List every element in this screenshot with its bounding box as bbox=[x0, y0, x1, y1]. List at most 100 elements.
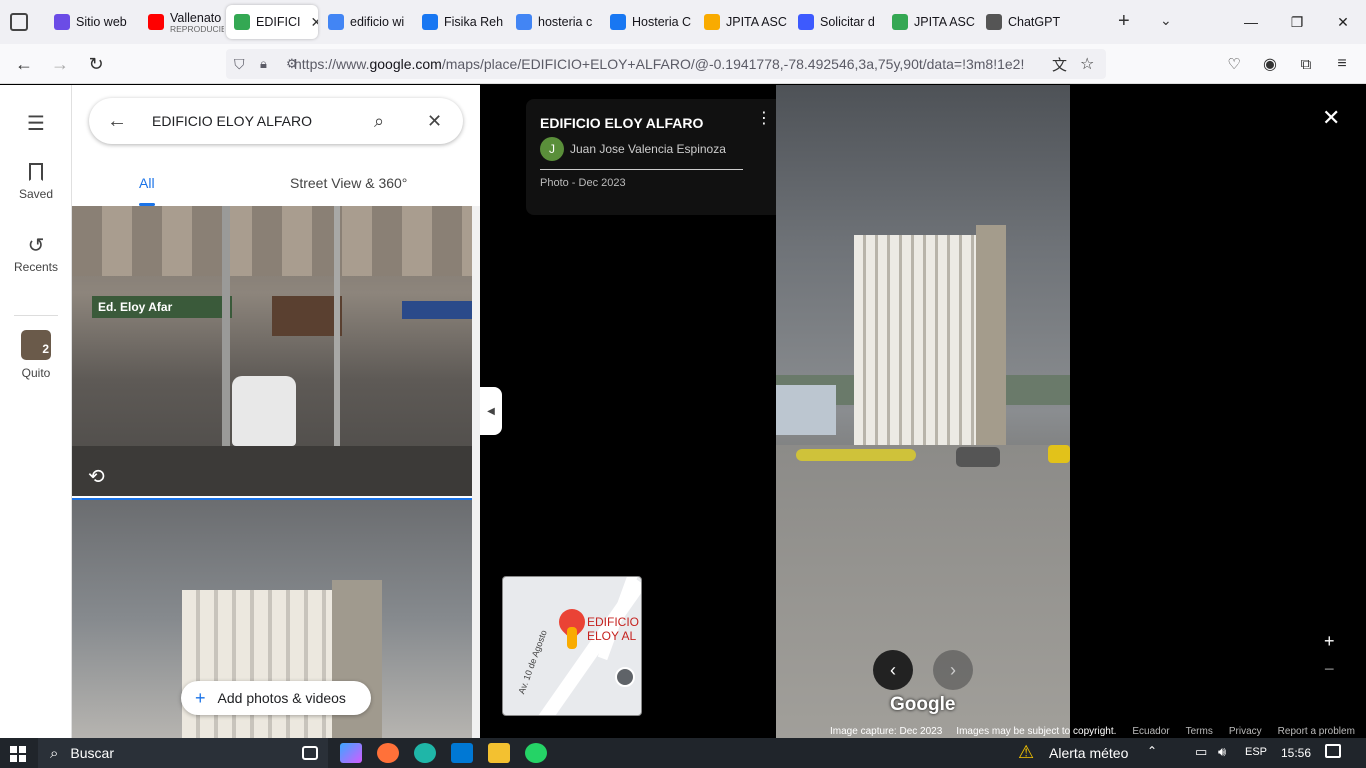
median bbox=[796, 449, 916, 461]
shield-icon[interactable]: ⛉ bbox=[234, 56, 245, 73]
browser-tab[interactable]: edificio wi bbox=[320, 5, 412, 39]
notifications-icon[interactable] bbox=[1325, 744, 1341, 758]
url-bar[interactable]: ⛉ 🔒︎ ⚙ https://www.google.com/maps/place… bbox=[226, 49, 1106, 79]
place-title[interactable]: EDIFICIO ELOY ALFARO bbox=[540, 115, 743, 131]
forward-button[interactable]: → bbox=[46, 50, 74, 78]
firefox-icon[interactable] bbox=[377, 743, 399, 763]
tab-all[interactable]: All bbox=[139, 175, 155, 206]
url-text[interactable]: https://www.google.com/maps/place/EDIFIC… bbox=[294, 56, 1024, 72]
tab-label: hosteria c bbox=[538, 15, 593, 29]
search-back-icon[interactable]: ← bbox=[107, 110, 127, 133]
photo-viewer: ◀ EDIFICIO ELOY ALFARO J Juan Jose Valen… bbox=[480, 85, 1366, 738]
bookmark-star-icon[interactable]: ☆ bbox=[1080, 54, 1094, 74]
permissions-icon[interactable]: ⚙ bbox=[286, 56, 298, 72]
tab-street-view[interactable]: Street View & 360° bbox=[290, 175, 407, 191]
close-viewer-icon[interactable]: ✕ bbox=[1322, 105, 1340, 131]
street-photo-thumbnail[interactable]: Ed. Eloy Afar ⟲ bbox=[72, 206, 472, 496]
taskbar-search-label: Buscar bbox=[70, 745, 114, 761]
task-view-icon[interactable] bbox=[302, 746, 318, 760]
window-close-button[interactable]: ✕ bbox=[1320, 0, 1366, 44]
tab-label: ChatGPT bbox=[1008, 15, 1061, 29]
facade-top bbox=[72, 206, 472, 276]
windows-start-icon[interactable] bbox=[10, 746, 26, 762]
clock[interactable]: 15:56 bbox=[1281, 746, 1311, 760]
extensions-icon[interactable]: ⧉ bbox=[1292, 50, 1320, 78]
small-building bbox=[776, 385, 836, 435]
author-avatar[interactable]: J bbox=[540, 137, 564, 161]
search-box[interactable]: ← EDIFICIO ELOY ALFARO ⌕ ✕ bbox=[89, 98, 463, 144]
plus-icon: + bbox=[195, 687, 206, 708]
report-problem-link[interactable]: Report a problem bbox=[1278, 726, 1355, 738]
volume-icon[interactable]: 🔊︎ bbox=[1218, 744, 1226, 760]
previous-photo-button[interactable]: ‹ bbox=[873, 650, 913, 690]
menu-icon[interactable]: ☰ bbox=[0, 111, 72, 136]
translate-icon[interactable]: 文 bbox=[1052, 54, 1067, 75]
saved-button[interactable]: Saved bbox=[0, 163, 72, 201]
collapse-panel-button[interactable]: ◀ bbox=[480, 387, 502, 435]
more-options-icon[interactable]: ⋮ bbox=[756, 111, 772, 127]
panel-scrollbar[interactable] bbox=[472, 206, 480, 738]
browser-tab[interactable]: EDIFICI ✕ bbox=[226, 5, 318, 39]
taskbar-search[interactable]: ⌕ Buscar bbox=[38, 738, 328, 768]
clear-search-icon[interactable]: ✕ bbox=[427, 111, 442, 132]
next-photo-button[interactable]: › bbox=[933, 650, 973, 690]
street-view-image[interactable]: ‹ › Google bbox=[776, 85, 1070, 738]
lock-icon[interactable]: 🔒︎ bbox=[260, 56, 267, 72]
browser-tab[interactable]: Fisika Reh bbox=[414, 5, 506, 39]
new-tab-button[interactable]: + bbox=[1118, 10, 1130, 33]
copilot-icon[interactable] bbox=[340, 743, 362, 763]
language-indicator[interactable]: ESP bbox=[1245, 746, 1267, 758]
quito-label: Quito bbox=[21, 366, 51, 380]
file-explorer-icon[interactable] bbox=[488, 743, 510, 763]
browser-tab[interactable]: Hosteria C bbox=[602, 5, 694, 39]
add-photos-button[interactable]: + Add photos & videos bbox=[181, 681, 371, 715]
tab-close-icon[interactable]: ✕ bbox=[310, 14, 318, 31]
mini-map[interactable]: Av. 10 de Agosto EDIFICIO ELOY AL bbox=[502, 576, 642, 716]
terms-link[interactable]: Terms bbox=[1186, 726, 1213, 738]
tab-favicon-icon bbox=[422, 14, 438, 30]
weather-alert-label[interactable]: Alerta méteo bbox=[1049, 745, 1128, 761]
browser-tab[interactable]: Solicitar d bbox=[790, 5, 882, 39]
recents-button[interactable]: ↺ Recents bbox=[0, 233, 72, 274]
tray-chevron-icon[interactable]: ⌃ bbox=[1147, 744, 1157, 758]
browser-nav-bar: ← → ↻ ⛉ 🔒︎ ⚙ https://www.google.com/maps… bbox=[0, 44, 1366, 84]
restore-button[interactable]: ❐ bbox=[1274, 0, 1320, 44]
zoom-out-button[interactable]: − bbox=[1324, 659, 1335, 680]
minimize-button[interactable]: — bbox=[1228, 0, 1274, 44]
edge-icon[interactable] bbox=[414, 743, 436, 763]
pocket-icon[interactable]: ♡ bbox=[1220, 50, 1248, 78]
saved-label: Saved bbox=[18, 187, 54, 201]
whatsapp-icon[interactable] bbox=[525, 743, 547, 763]
browser-tab[interactable]: Sitio web bbox=[46, 5, 138, 39]
browser-tab[interactable]: JPITA ASC bbox=[884, 5, 976, 39]
tab-favicon-icon bbox=[798, 14, 814, 30]
browser-tab[interactable]: JPITA ASC bbox=[696, 5, 788, 39]
author-name[interactable]: Juan Jose Valencia Espinoza bbox=[570, 142, 726, 156]
white-car bbox=[232, 376, 296, 446]
privacy-link[interactable]: Privacy bbox=[1229, 726, 1262, 738]
browser-tab[interactable]: ChatGPT bbox=[978, 5, 1070, 39]
place-count-badge: 2 bbox=[42, 342, 49, 356]
country-link[interactable]: Ecuador bbox=[1132, 726, 1169, 738]
search-icon[interactable]: ⌕ bbox=[374, 111, 384, 132]
recent-place-quito[interactable]: 2 Quito bbox=[0, 330, 72, 380]
photo-date: Photo - Dec 2023 bbox=[540, 177, 626, 189]
browser-tab[interactable]: Vallenato REPRODUCIE bbox=[140, 5, 224, 39]
network-icon[interactable]: ▭ bbox=[1195, 744, 1207, 760]
browser-tab[interactable]: hosteria c bbox=[508, 5, 600, 39]
street bbox=[72, 446, 472, 496]
tab-label: edificio wi bbox=[350, 15, 405, 29]
rail-divider bbox=[14, 315, 58, 316]
search-input[interactable]: EDIFICIO ELOY ALFARO bbox=[152, 113, 312, 129]
list-tabs-chevron-icon[interactable]: ⌄ bbox=[1160, 12, 1172, 29]
menu-hamburger-icon[interactable]: ≡ bbox=[1328, 50, 1356, 78]
back-button[interactable]: ← bbox=[10, 50, 38, 78]
store-icon[interactable] bbox=[451, 743, 473, 763]
reload-button[interactable]: ↻ bbox=[82, 50, 110, 78]
account-icon[interactable]: ◉ bbox=[1256, 50, 1284, 78]
tab-sublabel: REPRODUCIE bbox=[170, 23, 224, 34]
tab-label: EDIFICI bbox=[256, 15, 301, 29]
weather-alert-icon[interactable]: ⚠ bbox=[1018, 742, 1034, 763]
tab-overview-icon[interactable] bbox=[10, 13, 28, 31]
zoom-in-button[interactable]: + bbox=[1324, 631, 1335, 652]
